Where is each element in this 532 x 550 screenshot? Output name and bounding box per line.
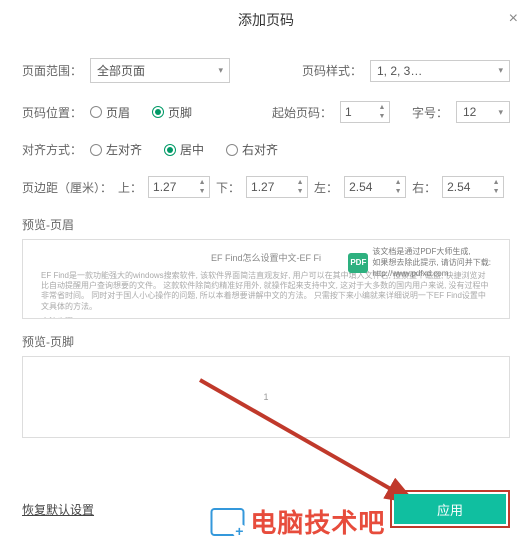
radio-footer-label: 页脚 — [168, 104, 192, 121]
spinner[interactable]: ▲▼ — [490, 178, 502, 196]
style-value: 1, 2, 3… — [377, 64, 422, 78]
row-scope-style: 页面范围： 全部页面 ▾ 页码样式： 1, 2, 3… ▾ — [22, 58, 510, 83]
position-radio-group: 页眉 页脚 — [90, 104, 192, 121]
badge-line1: 该文档是通过PDF大师生成, — [372, 246, 491, 257]
radio-icon — [152, 106, 164, 118]
apply-highlight-box: 应用 — [390, 490, 510, 528]
spinner[interactable]: ▲▼ — [392, 178, 404, 196]
fontsize-value: 12 — [463, 105, 476, 119]
margin-right-label: 右： — [412, 179, 436, 196]
position-label: 页码位置： — [22, 104, 82, 121]
margins-label: 页边距（厘米）： — [22, 179, 112, 196]
radio-align-left[interactable]: 左对齐 — [90, 141, 142, 158]
radio-align-center[interactable]: 居中 — [164, 141, 204, 158]
row-position-start: 页码位置： 页眉 页脚 起始页码： 1 ▲▼ 字号： 12 ▾ — [22, 101, 510, 123]
radio-header[interactable]: 页眉 — [90, 104, 130, 121]
margin-top-value: 1.27 — [153, 180, 176, 194]
preview-header-title: 预览-页眉 — [22, 216, 510, 233]
dialog-content: 页面范围： 全部页面 ▾ 页码样式： 1, 2, 3… ▾ 页码位置： 页眉 页… — [0, 40, 532, 438]
margin-bottom-label: 下： — [216, 179, 240, 196]
badge-line2: 如果想去除此提示, 请访问并下载: — [372, 257, 491, 268]
align-right-label: 右对齐 — [242, 141, 278, 158]
radio-header-label: 页眉 — [106, 104, 130, 121]
close-icon[interactable]: × — [509, 10, 518, 28]
pdf-badge: PDF 该文档是通过PDF大师生成, 如果想去除此提示, 请访问并下载: htt… — [348, 246, 491, 280]
margin-right-input[interactable]: 2.54 ▲▼ — [442, 176, 504, 198]
margin-left-input[interactable]: 2.54 ▲▼ — [344, 176, 406, 198]
margin-left-label: 左： — [314, 179, 338, 196]
start-page-value: 1 — [345, 105, 352, 119]
scope-value: 全部页面 — [97, 62, 145, 79]
row-align: 对齐方式： 左对齐 居中 右对齐 — [22, 141, 510, 158]
style-label: 页码样式： — [302, 62, 362, 79]
margin-left-value: 2.54 — [349, 180, 372, 194]
row-margins: 页边距（厘米）： 上： 1.27 ▲▼ 下： 1.27 ▲▼ 左： 2.54 ▲… — [22, 176, 510, 198]
spinner[interactable]: ▲▼ — [196, 178, 208, 196]
dialog-footer: 恢复默认设置 应用 — [22, 490, 510, 528]
align-radio-group: 左对齐 居中 右对齐 — [90, 141, 278, 158]
start-page-input[interactable]: 1 ▲▼ — [340, 101, 390, 123]
margin-bottom-value: 1.27 — [251, 180, 274, 194]
margin-bottom-input[interactable]: 1.27 ▲▼ — [246, 176, 308, 198]
radio-icon — [90, 144, 102, 156]
scope-select[interactable]: 全部页面 ▾ — [90, 58, 230, 83]
chevron-down-icon: ▾ — [498, 65, 503, 76]
margin-right-value: 2.54 — [447, 180, 470, 194]
start-label: 起始页码： — [272, 104, 332, 121]
radio-icon — [90, 106, 102, 118]
fontsize-select[interactable]: 12 ▾ — [456, 101, 510, 123]
pdf-icon: PDF — [348, 253, 368, 273]
radio-icon — [226, 144, 238, 156]
preview-doc-subheading: 方法步骤 — [41, 316, 491, 319]
radio-align-right[interactable]: 右对齐 — [226, 141, 278, 158]
chevron-down-icon: ▾ — [218, 65, 223, 76]
badge-url: http://www.pdfxd.com — [372, 268, 491, 279]
radio-icon — [164, 144, 176, 156]
preview-footer-page-number: 1 — [263, 391, 268, 404]
margin-top-input[interactable]: 1.27 ▲▼ — [148, 176, 210, 198]
fontsize-label: 字号： — [412, 104, 448, 121]
align-label: 对齐方式： — [22, 141, 82, 158]
apply-button[interactable]: 应用 — [394, 494, 506, 524]
margin-top-label: 上： — [118, 179, 142, 196]
align-left-label: 左对齐 — [106, 141, 142, 158]
preview-header-box: PDF 该文档是通过PDF大师生成, 如果想去除此提示, 请访问并下载: htt… — [22, 239, 510, 319]
align-center-label: 居中 — [180, 141, 204, 158]
radio-footer[interactable]: 页脚 — [152, 104, 192, 121]
dialog-title: 添加页码 — [238, 10, 294, 30]
scope-label: 页面范围： — [22, 62, 82, 79]
chevron-down-icon: ▾ — [498, 107, 503, 118]
preview-footer-title: 预览-页脚 — [22, 333, 510, 350]
style-select[interactable]: 1, 2, 3… ▾ — [370, 60, 510, 82]
title-bar: 添加页码 × — [0, 0, 532, 40]
spinner[interactable]: ▲▼ — [294, 178, 306, 196]
preview-footer-box: 1 — [22, 356, 510, 438]
restore-defaults-link[interactable]: 恢复默认设置 — [22, 501, 94, 518]
spinner[interactable]: ▲▼ — [376, 103, 388, 121]
